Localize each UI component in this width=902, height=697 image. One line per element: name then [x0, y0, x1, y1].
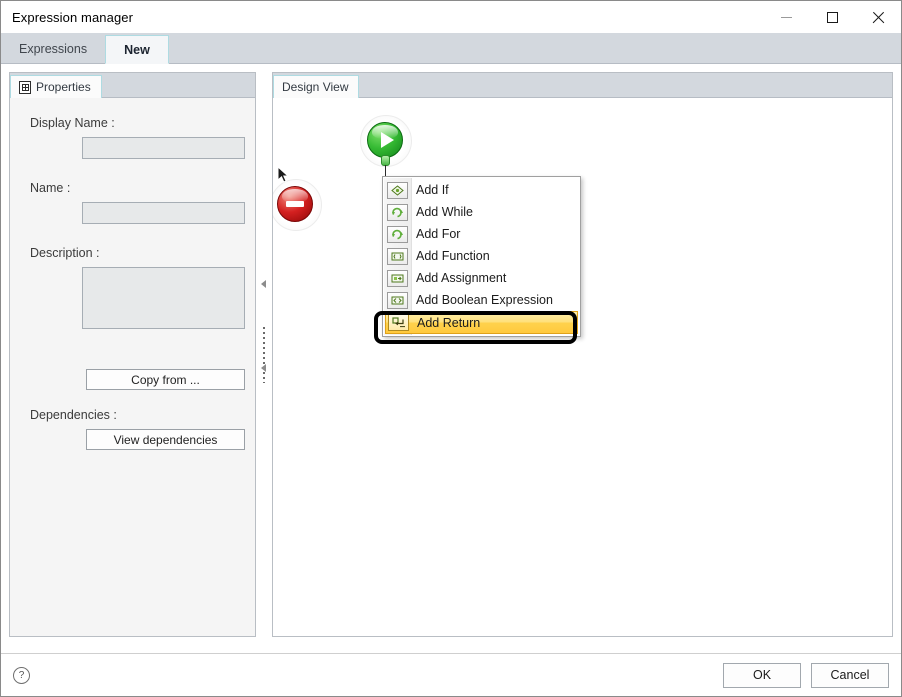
tab-new-label: New [124, 42, 150, 57]
menu-item-add-while-label: Add While [416, 205, 473, 219]
description-label: Description : [30, 246, 100, 260]
cancel-button[interactable]: Cancel [811, 662, 889, 688]
ok-button[interactable]: OK [723, 662, 801, 688]
end-node[interactable] [273, 179, 322, 231]
context-menu: Add If Add While Add For Add Function Ad… [382, 176, 581, 337]
minimize-button[interactable] [763, 1, 809, 33]
description-input[interactable] [82, 267, 245, 329]
close-button[interactable] [855, 1, 901, 33]
properties-panel: Properties Display Name : Name : Descrip… [9, 72, 256, 637]
menu-item-add-while[interactable]: Add While [383, 201, 580, 223]
add-assignment-icon [387, 269, 408, 287]
add-boolean-expression-icon [387, 291, 408, 309]
menu-item-add-for[interactable]: Add For [383, 223, 580, 245]
tab-expressions[interactable]: Expressions [1, 34, 105, 63]
window-title: Expression manager [12, 9, 134, 25]
menu-item-add-for-label: Add For [416, 227, 461, 241]
design-view-panel: Design View Add If Add While Add For Add… [272, 72, 893, 637]
footer-buttons: OK Cancel [723, 662, 889, 688]
tab-design-view-label: Design View [282, 80, 349, 94]
view-dependencies-button[interactable]: View dependencies [86, 429, 245, 450]
add-while-icon [387, 203, 408, 221]
design-view-tab-strip: Design View [273, 73, 892, 98]
menu-item-add-if[interactable]: Add If [383, 179, 580, 201]
tab-design-view[interactable]: Design View [273, 75, 360, 98]
add-function-icon [387, 247, 408, 265]
design-view-content: Add If Add While Add For Add Function Ad… [273, 98, 892, 636]
properties-tab-strip: Properties [10, 73, 255, 98]
menu-item-add-if-label: Add If [416, 183, 449, 197]
add-if-icon [387, 181, 408, 199]
title-bar: Expression manager [1, 1, 901, 33]
menu-item-add-function[interactable]: Add Function [383, 245, 580, 267]
tab-properties-label: Properties [36, 80, 91, 94]
tab-properties[interactable]: Properties [10, 75, 102, 98]
maximize-icon [826, 11, 838, 23]
add-return-icon [388, 314, 409, 331]
dependencies-label: Dependencies : [30, 408, 117, 422]
splitter-collapse-down-icon[interactable] [261, 364, 266, 372]
menu-item-add-boolean-expression-label: Add Boolean Expression [416, 293, 553, 307]
expression-manager-window: Expression manager Expressions New Prope… [0, 0, 902, 697]
window-controls [763, 1, 901, 33]
properties-form: Display Name : Name : Description : Copy… [10, 98, 255, 450]
menu-item-add-boolean-expression[interactable]: Add Boolean Expression [383, 289, 580, 311]
menu-item-add-assignment[interactable]: Add Assignment [383, 267, 580, 289]
tab-new[interactable]: New [105, 35, 169, 64]
help-icon[interactable]: ? [13, 666, 30, 684]
main-tab-strip: Expressions New [1, 33, 901, 64]
menu-item-add-assignment-label: Add Assignment [416, 271, 507, 285]
stop-icon [286, 201, 304, 207]
menu-item-add-function-label: Add Function [416, 249, 490, 263]
splitter-grip[interactable] [263, 326, 265, 383]
minimize-icon [780, 16, 792, 18]
display-name-input[interactable] [82, 137, 245, 159]
panel-splitter[interactable] [256, 72, 272, 637]
dialog-body: Properties Display Name : Name : Descrip… [1, 64, 901, 653]
maximize-button[interactable] [809, 1, 855, 33]
tab-expressions-label: Expressions [19, 41, 88, 56]
dialog-footer: ? OK Cancel [1, 653, 901, 696]
menu-item-add-return-label: Add Return [417, 315, 481, 330]
mouse-cursor-icon [277, 166, 290, 183]
splitter-collapse-up-icon[interactable] [261, 280, 266, 288]
menu-item-add-return[interactable]: Add Return [385, 311, 578, 334]
properties-icon [19, 80, 31, 94]
copy-from-button[interactable]: Copy from ... [86, 369, 245, 390]
play-icon [381, 132, 394, 148]
properties-content: Display Name : Name : Description : Copy… [10, 98, 255, 636]
close-icon [872, 11, 885, 24]
start-node[interactable] [360, 115, 412, 167]
name-input[interactable] [82, 202, 245, 224]
name-label: Name : [30, 181, 71, 195]
design-canvas[interactable]: Add If Add While Add For Add Function Ad… [273, 98, 892, 636]
display-name-label: Display Name : [30, 116, 115, 130]
add-for-icon [387, 225, 408, 243]
